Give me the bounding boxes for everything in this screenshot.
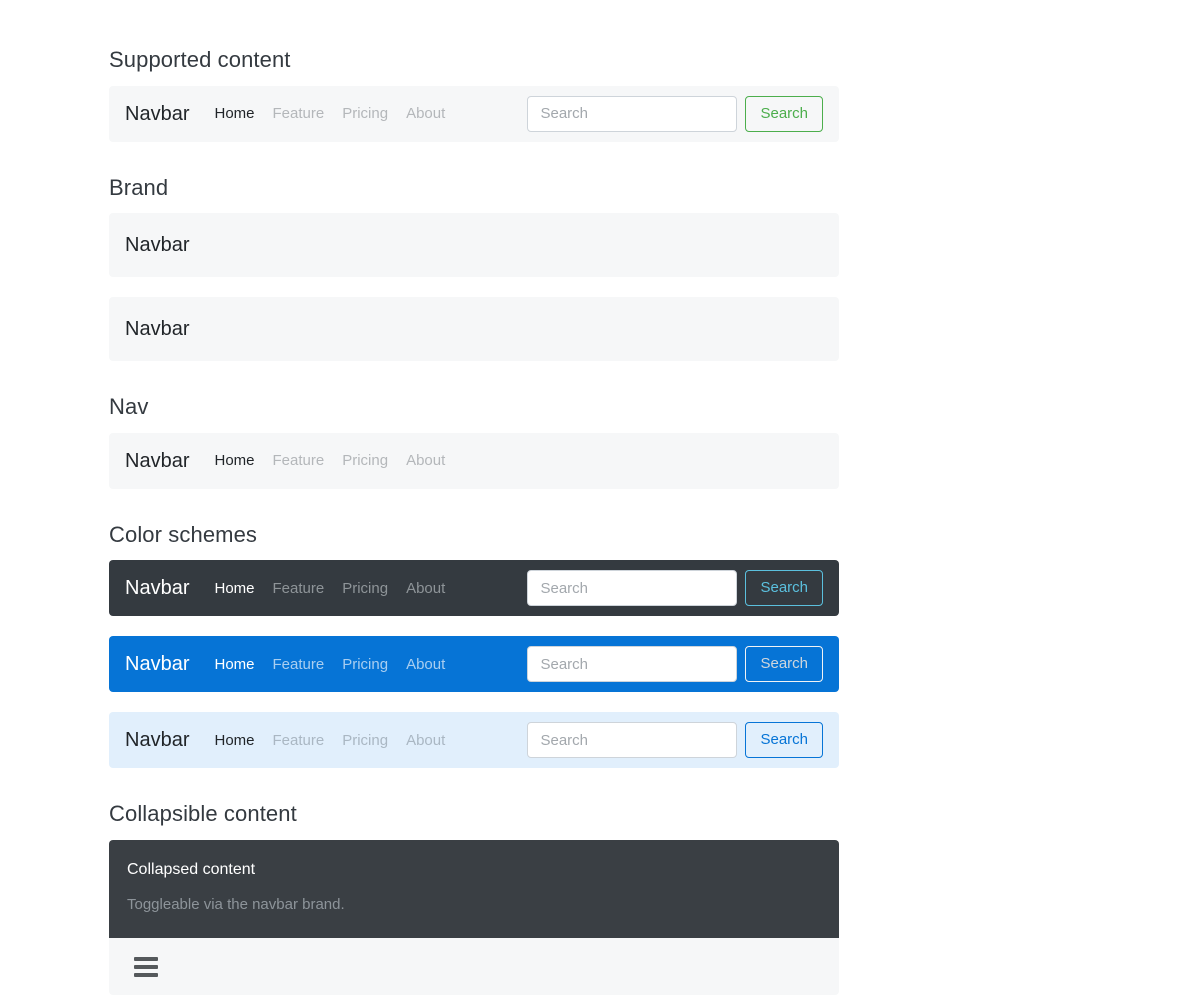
nav-link-about[interactable]: About xyxy=(397,646,454,683)
nav-link-home[interactable]: Home xyxy=(205,646,263,683)
nav-item-home: Home xyxy=(205,95,263,132)
nav-link-pricing[interactable]: Pricing xyxy=(333,722,397,759)
search-input[interactable] xyxy=(527,570,737,606)
navbar-brand[interactable]: Navbar xyxy=(125,722,189,758)
nav-item-about: About xyxy=(397,95,454,132)
nav-link-home[interactable]: Home xyxy=(205,570,263,607)
nav-link-pricing[interactable]: Pricing xyxy=(333,646,397,683)
nav-link-home[interactable]: Home xyxy=(205,722,263,759)
nav-item-home: Home xyxy=(205,722,263,759)
hamburger-bar-bottom xyxy=(134,973,158,977)
collapse-panel: Collapsed content Toggleable via the nav… xyxy=(109,840,839,939)
nav-item-pricing: Pricing xyxy=(333,646,397,683)
nav-link-about[interactable]: About xyxy=(397,570,454,607)
nav-item-feature: Feature xyxy=(264,442,334,479)
hamburger-bar-top xyxy=(134,957,158,961)
nav-link-feature[interactable]: Feature xyxy=(264,646,334,683)
search-button[interactable]: Search xyxy=(745,646,823,682)
hamburger-bar-middle xyxy=(134,965,158,969)
search-input[interactable] xyxy=(527,96,737,132)
nav-link-about[interactable]: About xyxy=(397,95,454,132)
navbar-collapsible: Collapsed content Toggleable via the nav… xyxy=(109,840,839,995)
section-heading-color-schemes: Color schemes xyxy=(109,521,839,549)
nav-link-feature[interactable]: Feature xyxy=(264,570,334,607)
navbar-search-form: Search xyxy=(527,570,823,606)
navbar-nav: Home Feature Pricing About xyxy=(205,442,454,479)
nav-item-pricing: Pricing xyxy=(333,442,397,479)
search-button[interactable]: Search xyxy=(745,570,823,606)
section-heading-brand: Brand xyxy=(109,174,839,202)
nav-item-home: Home xyxy=(205,570,263,607)
navbar-search-form: Search xyxy=(527,646,823,682)
nav-link-pricing[interactable]: Pricing xyxy=(333,442,397,479)
nav-item-about: About xyxy=(397,646,454,683)
nav-item-feature: Feature xyxy=(264,646,334,683)
search-input[interactable] xyxy=(527,646,737,682)
nav-item-feature: Feature xyxy=(264,722,334,759)
search-button[interactable]: Search xyxy=(745,722,823,758)
navbar-color-scheme-primary: Navbar Home Feature Pricing About Search xyxy=(109,636,839,692)
nav-item-pricing: Pricing xyxy=(333,722,397,759)
navbar-color-scheme-light-blue: Navbar Home Feature Pricing About Search xyxy=(109,712,839,768)
navbar-nav: Home Feature Pricing About xyxy=(205,570,454,607)
navbar-brand[interactable]: Navbar xyxy=(125,443,189,479)
navbar-toggler-bar xyxy=(109,938,839,995)
navbar-nav: Home Feature Pricing About xyxy=(205,722,454,759)
navbar-brand-only-1: Navbar xyxy=(109,213,839,277)
navbar-color-scheme-dark: Navbar Home Feature Pricing About Search xyxy=(109,560,839,616)
nav-item-feature: Feature xyxy=(264,95,334,132)
navbar-brand[interactable]: Navbar xyxy=(125,96,189,132)
hamburger-icon[interactable] xyxy=(125,951,167,983)
nav-link-feature[interactable]: Feature xyxy=(264,95,334,132)
navbar-nav: Home Feature Pricing About xyxy=(205,646,454,683)
navbar-nav-example: Navbar Home Feature Pricing About xyxy=(109,433,839,489)
navbar-brand[interactable]: Navbar xyxy=(125,311,189,347)
nav-item-about: About xyxy=(397,722,454,759)
nav-item-pricing: Pricing xyxy=(333,95,397,132)
section-heading-nav: Nav xyxy=(109,393,839,421)
navbar-brand[interactable]: Navbar xyxy=(125,646,189,682)
nav-link-about[interactable]: About xyxy=(397,722,454,759)
nav-link-home[interactable]: Home xyxy=(205,442,263,479)
nav-link-home[interactable]: Home xyxy=(205,95,263,132)
navbar-search-form: Search xyxy=(527,96,823,132)
nav-link-about[interactable]: About xyxy=(397,442,454,479)
navbar-supported-content: Navbar Home Feature Pricing About Search xyxy=(109,86,839,142)
nav-link-pricing[interactable]: Pricing xyxy=(333,95,397,132)
nav-item-home: Home xyxy=(205,646,263,683)
section-heading-supported-content: Supported content xyxy=(109,46,839,74)
collapse-text: Toggleable via the navbar brand. xyxy=(127,894,821,917)
nav-item-about: About xyxy=(397,570,454,607)
nav-link-pricing[interactable]: Pricing xyxy=(333,570,397,607)
search-button[interactable]: Search xyxy=(745,96,823,132)
nav-item-about: About xyxy=(397,442,454,479)
navbar-brand[interactable]: Navbar xyxy=(125,227,189,263)
section-heading-collapsible-content: Collapsible content xyxy=(109,800,839,828)
collapse-title: Collapsed content xyxy=(127,858,821,882)
nav-link-feature[interactable]: Feature xyxy=(264,722,334,759)
navbar-nav: Home Feature Pricing About xyxy=(205,95,454,132)
page-container: Supported content Navbar Home Feature Pr… xyxy=(109,0,839,995)
navbar-search-form: Search xyxy=(527,722,823,758)
nav-link-feature[interactable]: Feature xyxy=(264,442,334,479)
nav-item-home: Home xyxy=(205,442,263,479)
navbar-brand[interactable]: Navbar xyxy=(125,570,189,606)
nav-item-pricing: Pricing xyxy=(333,570,397,607)
navbar-brand-only-2: Navbar xyxy=(109,297,839,361)
search-input[interactable] xyxy=(527,722,737,758)
nav-item-feature: Feature xyxy=(264,570,334,607)
